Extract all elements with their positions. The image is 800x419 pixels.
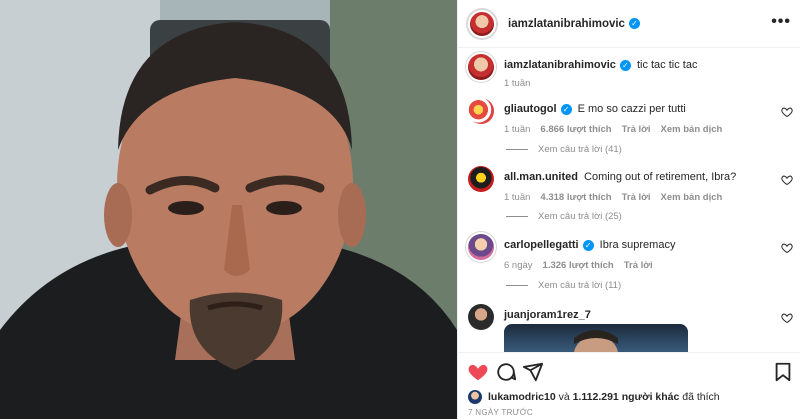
caption-text: tic tac tic tac <box>636 59 698 71</box>
comment-avatar[interactable] <box>468 166 494 192</box>
view-replies-label: Xem câu trả lời (11) <box>538 280 622 291</box>
view-replies-button[interactable]: Xem câu trả lời (41) <box>506 144 622 155</box>
small-heart-icon[interactable] <box>781 174 793 186</box>
caption-time: 1 tuần <box>504 78 531 89</box>
more-icon[interactable]: ••• <box>771 14 791 30</box>
small-heart-icon[interactable] <box>781 106 793 118</box>
comment-time: 6 ngày <box>504 260 533 271</box>
comment-time: 1 tuần <box>504 192 531 203</box>
liker-avatar <box>468 390 482 404</box>
post-date: 7 NGÀY TRƯỚC <box>468 408 534 417</box>
comment-text: Ibra supremacy <box>599 239 676 251</box>
post-photo[interactable] <box>0 0 457 419</box>
view-replies-label: Xem câu trả lời (25) <box>538 211 622 222</box>
attachment-image <box>574 330 618 352</box>
comment-row: all.man.united Coming out of retirement,… <box>468 166 793 208</box>
heart-icon[interactable] <box>467 361 489 383</box>
comment-image-attachment[interactable] <box>504 324 688 352</box>
comment-row: gliautogol ✓ E mo so cazzi per tutti 1 tu… <box>468 98 793 140</box>
caption-username[interactable]: iamzlatanibrahimovic <box>504 59 616 71</box>
post-header: iamzlatanibrahimovic ✓ ••• <box>458 0 800 48</box>
view-replies-button[interactable]: Xem câu trả lời (11) <box>506 280 621 291</box>
verified-badge-icon: ✓ <box>628 18 640 29</box>
comment-username[interactable]: all.man.united <box>504 171 578 183</box>
small-heart-icon[interactable] <box>781 242 793 254</box>
comment-username[interactable]: juanjoram1rez_7 <box>504 309 591 321</box>
comment-avatar[interactable] <box>468 98 494 124</box>
likes-summary[interactable]: lukamodric10 và 1.112.291 người khác đã … <box>468 390 720 404</box>
translate-button[interactable]: Xem bản dịch <box>661 192 723 203</box>
verified-badge-icon: ✓ <box>582 240 594 251</box>
author-avatar[interactable] <box>468 9 496 38</box>
comment-time: 1 tuần <box>504 124 531 135</box>
comment-avatar[interactable] <box>468 304 494 330</box>
likes-others[interactable]: 1.112.291 người khác <box>573 391 680 403</box>
comment-icon[interactable] <box>495 361 517 383</box>
verified-badge-icon: ✓ <box>619 60 631 71</box>
view-replies-label: Xem câu trả lời (41) <box>538 144 622 155</box>
comments-list[interactable]: iamzlatanibrahimovic ✓ tic tac tic tac 1 … <box>458 48 800 352</box>
comment-likes[interactable]: 1.326 lượt thích <box>543 260 614 271</box>
author-avatar[interactable] <box>468 54 494 80</box>
comment-likes[interactable]: 4.318 lượt thích <box>540 192 611 203</box>
liker-username[interactable]: lukamodric10 <box>488 391 556 403</box>
view-replies-button[interactable]: Xem câu trả lời (25) <box>506 211 622 222</box>
author-username[interactable]: iamzlatanibrahimovic <box>508 18 625 30</box>
comment-username[interactable]: gliautogol <box>504 103 557 115</box>
comment-avatar[interactable] <box>468 234 494 260</box>
comment-username[interactable]: carlopellegatti <box>504 239 579 251</box>
likes-connector: và <box>558 391 570 403</box>
bookmark-icon[interactable] <box>772 361 794 383</box>
reply-button[interactable]: Trả lời <box>622 124 651 135</box>
caption-row: iamzlatanibrahimovic ✓ tic tac tic tac 1 … <box>468 54 793 98</box>
portrait-illustration <box>0 0 457 419</box>
likes-suffix: đã thích <box>682 391 720 403</box>
post-panel: iamzlatanibrahimovic ✓ ••• iamzlatanibra… <box>457 0 800 419</box>
comment-text: Coming out of retirement, Ibra? <box>584 171 737 183</box>
comment-text: E mo so cazzi per tutti <box>577 103 686 115</box>
translate-button[interactable]: Xem bản dịch <box>661 124 723 135</box>
comment-likes[interactable]: 6.866 lượt thích <box>540 124 611 135</box>
reply-button[interactable]: Trả lời <box>624 260 653 271</box>
small-heart-icon[interactable] <box>781 312 793 324</box>
share-icon[interactable] <box>522 361 544 383</box>
comment-row: carlopellegatti ✓ Ibra supremacy 6 ngày 1… <box>468 234 793 276</box>
post-actions-bar: lukamodric10 và 1.112.291 người khác đã … <box>458 352 800 419</box>
reply-button[interactable]: Trả lời <box>622 192 651 203</box>
verified-badge-icon: ✓ <box>560 104 572 115</box>
